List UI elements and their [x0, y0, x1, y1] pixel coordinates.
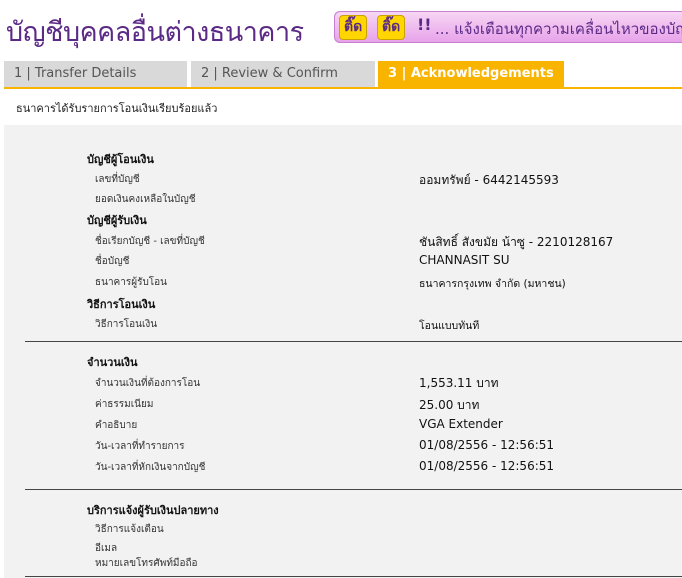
- banner-badge-1: ติ๊ด: [339, 15, 368, 40]
- notify-method-label: วิธีการแจ้งเตือน: [95, 524, 164, 535]
- amount-heading: จำนวนเงิน: [87, 356, 138, 369]
- description-label: คำอธิบาย: [95, 420, 138, 431]
- nickname-label: ชื่อเรียกบัญชี - เลขที่บัญชี: [95, 236, 205, 247]
- account-no-label: เลขที่บัญชี: [95, 174, 140, 185]
- banner-badge-2: ติ๊ด: [377, 15, 406, 40]
- step-tabs: 1 | Transfer Details 2 | Review & Confir…: [4, 61, 682, 87]
- bank-value: ธนาคารกรุงเทพ จำกัด (มหาชน): [419, 278, 566, 290]
- amount-value: 1,553.11 บาท: [419, 376, 499, 390]
- tab-review-confirm[interactable]: 2 | Review & Confirm: [191, 61, 375, 87]
- debit-time-value: 01/08/2556 - 12:56:51: [419, 459, 555, 473]
- transfer-method-label: วิธีการโอนเงิน: [95, 319, 158, 330]
- account-name-value: CHANNASIT SU: [419, 253, 510, 267]
- email-label: อีเมล: [95, 543, 118, 554]
- tab-underline: [4, 87, 682, 89]
- fee-value: 25.00 บาท: [419, 398, 480, 412]
- from-account-heading: บัญชีผู้โอนเงิน: [87, 153, 154, 166]
- banner-text: ... แจ้งเตือนทุกความเคลื่อนไหวของบัญ: [435, 20, 682, 38]
- balance-label: ยอดเงินคงเหลือในบัญชี: [95, 194, 196, 205]
- to-account-heading: บัญชีผู้รับเงิน: [87, 214, 147, 227]
- page-title: บัญชีบุคคลอื่นต่างธนาคาร: [6, 17, 304, 48]
- tab-acknowledgements[interactable]: 3 | Acknowledgements: [378, 61, 564, 87]
- transfer-method-value: โอนแบบทันที: [419, 320, 480, 332]
- notify-heading: บริการแจ้งผู้รับเงินปลายทาง: [87, 504, 219, 517]
- banner-exclamation: !!: [417, 15, 432, 34]
- amount-label: จำนวนเงินที่ต้องการโอน: [95, 378, 201, 389]
- fee-label: ค่าธรรมเนียม: [95, 399, 154, 410]
- success-message: ธนาคารได้รับรายการโอนเงินเรียบร้อยแล้ว: [16, 102, 218, 115]
- txn-time-value: 01/08/2556 - 12:56:51: [419, 438, 555, 452]
- divider: [25, 489, 682, 490]
- divider: [25, 576, 682, 577]
- nickname-value: ชันสิทธิ์ สังขมัย น้าซู - 2210128167: [419, 235, 614, 249]
- txn-time-label: วัน-เวลาที่ทำรายการ: [95, 441, 185, 452]
- divider: [25, 341, 682, 342]
- promo-banner[interactable]: ติ๊ด ติ๊ด !! ... แจ้งเตือนทุกความเคลื่อน…: [334, 11, 682, 43]
- tab-transfer-details[interactable]: 1 | Transfer Details: [4, 61, 187, 87]
- transfer-method-heading: วิธีการโอนเงิน: [87, 298, 156, 311]
- phone-label: หมายเลขโทรศัพท์มือถือ: [95, 558, 198, 569]
- bank-label: ธนาคารผู้รับโอน: [95, 277, 168, 288]
- account-no-value: ออมทรัพย์ - 6442145593: [419, 173, 559, 187]
- description-value: VGA Extender: [419, 417, 503, 431]
- debit-time-label: วัน-เวลาที่หักเงินจากบัญชี: [95, 462, 206, 473]
- account-name-label: ชื่อบัญชี: [95, 256, 130, 267]
